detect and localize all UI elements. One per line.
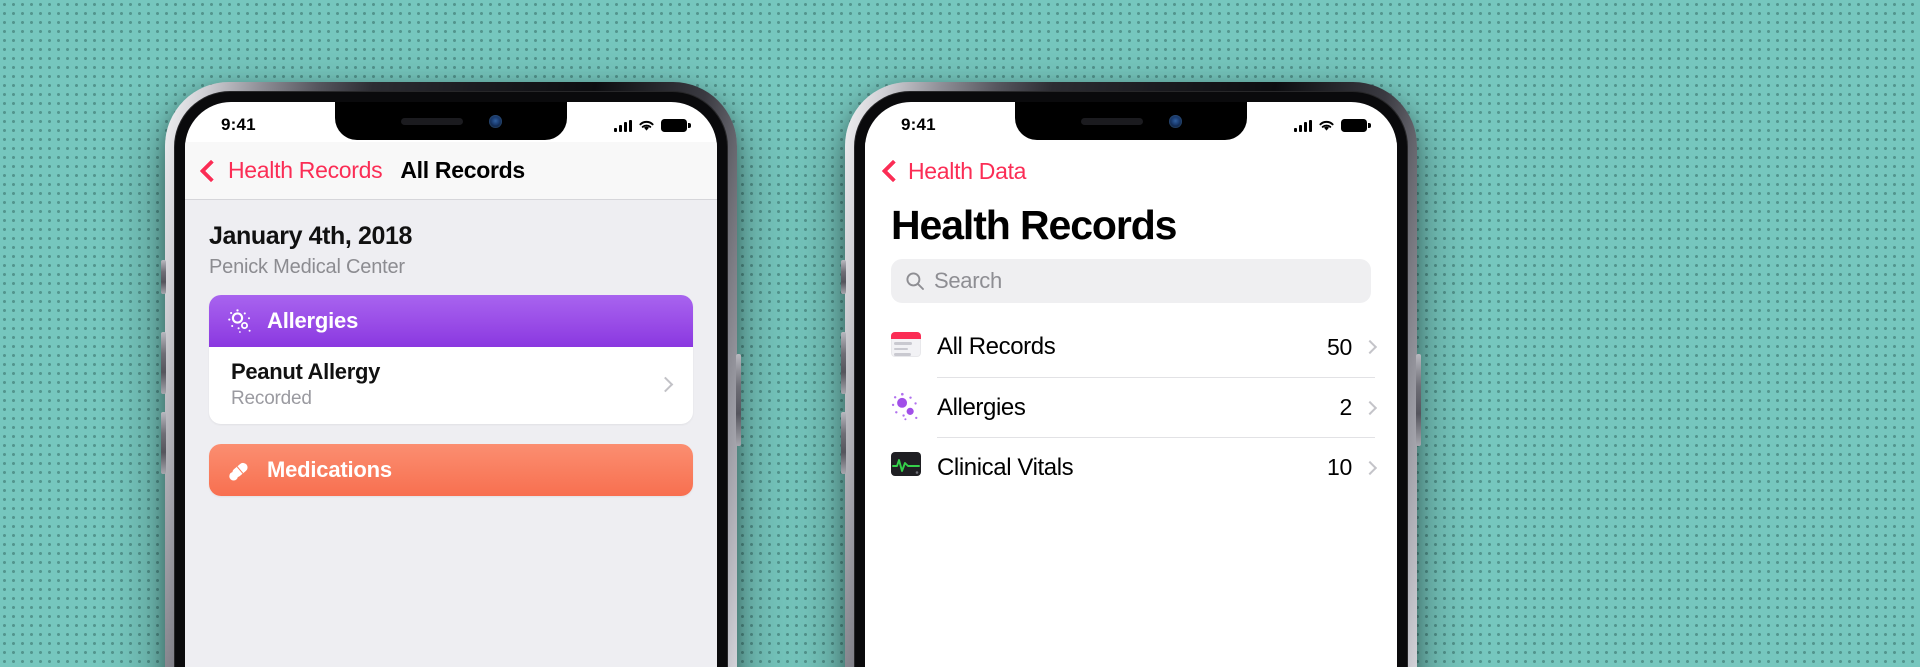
status-bar-right: 9:41 <box>865 102 1397 142</box>
power-button[interactable] <box>1416 354 1421 446</box>
phone-bezel-left: 9:41 Health Records All Records January … <box>174 91 728 667</box>
search-placeholder: Search <box>934 268 1002 293</box>
all-records-document-icon <box>891 332 921 362</box>
clinical-vitals-ecg-icon <box>891 452 921 482</box>
battery-icon <box>1341 118 1371 132</box>
mute-switch[interactable] <box>841 260 846 294</box>
power-button[interactable] <box>736 354 741 446</box>
record-row-peanut-allergy[interactable]: Peanut Allergy Recorded <box>209 347 693 424</box>
record-card-medications[interactable]: Medications <box>209 444 693 496</box>
medication-pills-icon <box>229 462 248 481</box>
wifi-icon <box>1319 120 1334 131</box>
signal-bars-icon <box>614 119 632 132</box>
record-row-title: Peanut Allergy <box>231 359 381 384</box>
list-item-label: Clinical Vitals <box>937 453 1074 481</box>
search-input[interactable]: Search <box>891 259 1371 303</box>
list-item-count: 50 <box>1327 333 1352 360</box>
volume-up-button[interactable] <box>841 332 846 394</box>
page-title: All Records <box>400 157 525 183</box>
record-row-subtitle: Recorded <box>231 388 312 409</box>
record-card-allergies[interactable]: Allergies Peanut Allergy Recorded <box>209 295 693 424</box>
list-item-clinical-vitals[interactable]: Clinical Vitals 10 <box>891 437 1397 497</box>
mute-switch[interactable] <box>161 260 166 294</box>
chevron-right-icon <box>657 376 674 393</box>
volume-up-button[interactable] <box>161 332 166 394</box>
chevron-right-icon <box>1362 460 1378 475</box>
phone-device-right: 9:41 Health Data Health Records Search A… <box>841 82 1421 667</box>
battery-icon <box>661 118 691 132</box>
wifi-icon <box>639 120 654 131</box>
health-records-list[interactable]: All Records 50 Allergies 2 Clinical Vita… <box>865 317 1397 497</box>
chevron-right-icon <box>1362 339 1378 355</box>
phone-device-left: 9:41 Health Records All Records January … <box>161 82 741 667</box>
list-item-label: Allergies <box>937 393 1026 421</box>
back-chevron-icon[interactable] <box>881 159 905 183</box>
card-header-medications: Medications <box>209 444 693 496</box>
status-time: 9:41 <box>221 115 256 134</box>
back-button[interactable]: Health Data <box>865 152 1397 190</box>
card-header-label: Medications <box>267 457 392 482</box>
status-bar-left: 9:41 <box>185 102 717 142</box>
list-item-all-records[interactable]: All Records 50 <box>891 317 1397 377</box>
card-header-label: Allergies <box>267 308 359 333</box>
card-header-allergies: Allergies <box>209 295 693 347</box>
allergy-pollen-icon <box>228 309 251 333</box>
back-button-label[interactable]: Health Records <box>228 157 383 184</box>
allergy-pollen-icon <box>891 392 921 422</box>
navigation-bar-right: Health Data Health Records Search <box>865 142 1397 311</box>
phone-bezel-right: 9:41 Health Data Health Records Search A… <box>854 91 1408 667</box>
signal-bars-icon <box>1294 119 1312 132</box>
screen-right: 9:41 Health Data Health Records Search A… <box>865 102 1397 667</box>
records-list-left[interactable]: January 4th, 2018 Penick Medical Center <box>185 200 717 667</box>
volume-down-button[interactable] <box>841 412 846 474</box>
record-group-header: January 4th, 2018 Penick Medical Center <box>185 200 717 295</box>
status-time: 9:41 <box>901 115 936 134</box>
list-item-label: All Records <box>937 333 1056 360</box>
search-icon <box>906 272 924 290</box>
record-organization: Penick Medical Center <box>209 256 405 278</box>
list-item-allergies[interactable]: Allergies 2 <box>891 377 1397 437</box>
volume-down-button[interactable] <box>161 412 166 474</box>
list-item-count: 2 <box>1339 394 1353 420</box>
back-button-label[interactable]: Health Data <box>908 158 1026 185</box>
list-item-count: 10 <box>1327 454 1352 480</box>
screen-left: 9:41 Health Records All Records January … <box>185 102 717 667</box>
navigation-bar-left: Health Records All Records <box>185 142 717 200</box>
chevron-right-icon <box>1362 400 1378 415</box>
back-chevron-icon[interactable] <box>199 159 223 182</box>
page-title: Health Records <box>891 202 1177 248</box>
record-date: January 4th, 2018 <box>209 222 413 250</box>
